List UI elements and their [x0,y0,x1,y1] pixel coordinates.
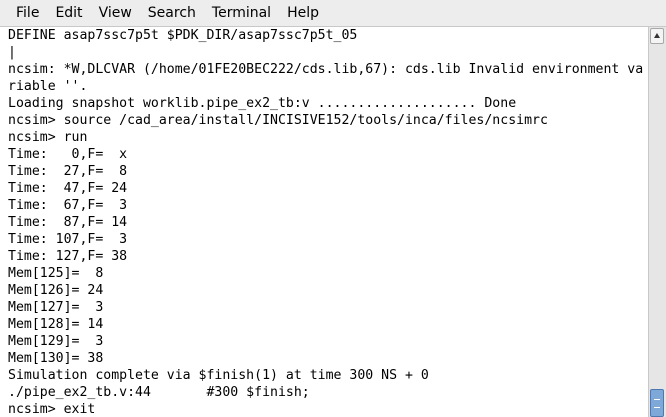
terminal-line: Time: 67,F= 3 [8,198,128,213]
terminal-line: Time: 127,F= 38 [8,249,128,264]
terminal-line: Mem[127]= 3 [8,300,104,315]
scrollbar-thumb[interactable] [650,389,664,417]
menu-terminal[interactable]: Terminal [204,2,279,24]
terminal-line: Time: 107,F= 3 [8,232,128,247]
terminal-line: | [8,45,16,60]
terminal-line: Time: 27,F= 8 [8,164,128,179]
terminal-line: Mem[129]= 3 [8,334,104,349]
vertical-scrollbar[interactable] [648,27,666,417]
terminal-line: Simulation complete via $finish(1) at ti… [8,368,429,383]
terminal-line: Time: 47,F= 24 [8,181,128,196]
terminal-line: riable ''. [8,79,88,94]
terminal-line: ncsim> exit [8,402,96,417]
terminal-line: Mem[126]= 24 [8,283,104,298]
terminal-line: ncsim> run [8,130,88,145]
terminal-line: Time: 87,F= 14 [8,215,128,230]
terminal-window: File Edit View Search Terminal Help DEFI… [0,0,666,417]
menu-file[interactable]: File [8,2,47,24]
terminal-output[interactable]: DEFINE asap7ssc7p5t $PDK_DIR/asap7ssc7p5… [0,27,648,417]
terminal-line: ./pipe_ex2_tb.v:44 #300 $finish; [8,385,310,400]
terminal-line: Loading snapshot worklib.pipe_ex2_tb:v .… [8,96,517,111]
menu-view[interactable]: View [91,2,140,24]
terminal-line: ncsim> source /cad_area/install/INCISIVE… [8,113,548,128]
terminal-line: Mem[125]= 8 [8,266,104,281]
menu-search[interactable]: Search [140,2,204,24]
terminal-line: Mem[128]= 14 [8,317,104,332]
terminal-line: ncsim: *W,DLCVAR (/home/01FE20BEC222/cds… [8,62,644,77]
terminal-line: Time: 0,F= x [8,147,128,162]
menu-bar: File Edit View Search Terminal Help [0,0,666,27]
terminal-line: DEFINE asap7ssc7p5t $PDK_DIR/asap7ssc7p5… [8,28,358,43]
scroll-up-arrow-icon[interactable] [650,28,664,44]
menu-help[interactable]: Help [279,2,327,24]
menu-edit[interactable]: Edit [47,2,90,24]
terminal-line: Mem[130]= 38 [8,351,104,366]
